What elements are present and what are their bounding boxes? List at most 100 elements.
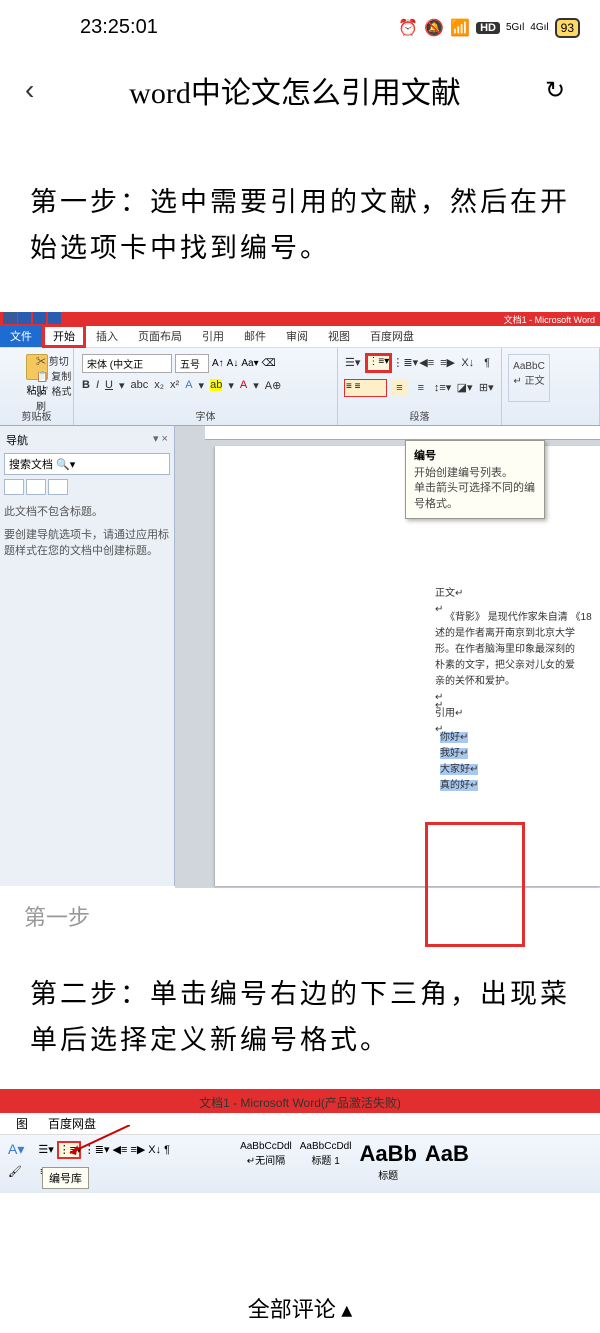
back-button[interactable]: ‹ bbox=[25, 74, 55, 106]
copy-button[interactable]: 📋 复制 bbox=[36, 368, 73, 383]
page-title: word中论文怎么引用文献 bbox=[55, 68, 545, 112]
annotation-arrow-icon bbox=[60, 1125, 130, 1155]
change-case-icon[interactable]: Aa▾ bbox=[241, 358, 258, 369]
increase-indent-icon[interactable]: ≡▶ bbox=[439, 355, 456, 371]
borders-icon[interactable]: ⊞▾ bbox=[478, 380, 495, 396]
status-time: 23:25:01 bbox=[80, 16, 158, 39]
nav-close-button[interactable]: ▾ × bbox=[153, 432, 168, 448]
nav-tab-headings[interactable] bbox=[4, 479, 24, 495]
battery-icon: 93 bbox=[555, 18, 580, 38]
tab-layout[interactable]: 页面布局 bbox=[128, 325, 192, 347]
word2-style-2[interactable]: AaBbCcDdl标题 1 bbox=[300, 1141, 352, 1182]
redo-icon[interactable] bbox=[48, 312, 61, 324]
tab-review[interactable]: 审阅 bbox=[276, 325, 318, 347]
clipboard-group: 粘贴 ✂ 剪切 📋 复制 🖌 格式刷 剪贴板 bbox=[0, 348, 74, 425]
word2-style-3[interactable]: AaBb标题 bbox=[359, 1141, 416, 1182]
font-name-dropdown[interactable]: 宋体 (中文正 bbox=[82, 354, 172, 373]
cite-text-2: 我好↵ bbox=[440, 748, 468, 759]
word2-style-1[interactable]: AaBbCcDdl↵无间隔 bbox=[240, 1141, 292, 1182]
font-size-dropdown[interactable]: 五号 bbox=[175, 354, 209, 373]
show-marks-icon[interactable]: ¶ bbox=[480, 355, 495, 371]
tab-insert[interactable]: 插入 bbox=[86, 325, 128, 347]
styles-group: AaBbC ↵ 正文 bbox=[502, 348, 600, 425]
step1-text: 第一步：选中需要引用的文献，然后在开始选项卡中找到编号。 bbox=[30, 180, 570, 272]
word-title-text: 文档1 - Microsoft Word bbox=[504, 313, 595, 326]
phonetic-icon[interactable]: A⊕ bbox=[265, 379, 282, 392]
italic-button[interactable]: I bbox=[96, 379, 99, 391]
doc-para1: 《背影》 是现代作家朱自清 《18 bbox=[445, 610, 594, 626]
word2-format-painter-icon[interactable]: 🖌 bbox=[8, 1166, 22, 1178]
tab-view[interactable]: 视图 bbox=[318, 325, 360, 347]
step2-content: 第二步：单击编号右边的下三角，出现菜单后选择定义新编号格式。 bbox=[0, 932, 600, 1064]
nav-title: 导航 bbox=[6, 432, 28, 448]
status-icons: ⏰ 🔕 📶 HD 5Gıl 4Gıl 93 bbox=[398, 18, 580, 38]
decrease-indent-icon[interactable]: ◀≡ bbox=[418, 355, 435, 371]
align-right-button[interactable]: ≡ bbox=[412, 380, 429, 396]
word2-increase-indent-icon[interactable]: ≡▶ bbox=[130, 1143, 145, 1156]
subscript-button[interactable]: x₂ bbox=[154, 379, 164, 391]
strike-button[interactable]: abc bbox=[131, 379, 149, 391]
para-label: 段落 bbox=[338, 408, 501, 423]
bullets-button[interactable]: ☰▾ bbox=[344, 355, 361, 371]
word2-titlebar: 文档1 - Microsoft Word(产品激活失败) bbox=[0, 1089, 600, 1113]
doc-para5: 亲的关怀和爱护。 bbox=[435, 674, 594, 690]
nav-message-1: 此文档不包含标题。 bbox=[4, 505, 170, 520]
shading-icon[interactable]: ◪▾ bbox=[456, 380, 474, 396]
share-button[interactable]: ↻ bbox=[545, 76, 575, 105]
numbering-library-label: 编号库 bbox=[42, 1167, 89, 1189]
align-buttons-highlighted[interactable]: ≡ ≡ bbox=[344, 379, 387, 397]
tab-references[interactable]: 引用 bbox=[192, 325, 234, 347]
nav-tab-pages[interactable] bbox=[26, 479, 46, 495]
underline-button[interactable]: U bbox=[105, 379, 113, 391]
content-area: 第一步：选中需要引用的文献，然后在开始选项卡中找到编号。 bbox=[0, 125, 600, 272]
word-screenshot-2: 文档1 - Microsoft Word(产品激活失败) 图 百度网盘 A▾ ☰… bbox=[0, 1089, 600, 1193]
align-center-button[interactable]: ≡ bbox=[391, 380, 408, 396]
font-color-icon[interactable]: A bbox=[240, 379, 247, 391]
word2-sort-icon[interactable]: X↓ bbox=[148, 1144, 161, 1156]
nav-search-input[interactable]: 搜索文档 🔍▾ bbox=[4, 453, 170, 475]
word2-ribbon: A▾ ☰▾ ⋮≡▾ ⋮≣▾ ◀≡ ≡▶ X↓ ¶ 🖌 ≡ 编号库 AaBbCcD… bbox=[0, 1135, 600, 1193]
word-titlebar: 文档1 - Microsoft Word bbox=[0, 312, 600, 326]
step2-text: 第二步：单击编号右边的下三角，出现菜单后选择定义新编号格式。 bbox=[30, 972, 570, 1064]
bold-button[interactable]: B bbox=[82, 379, 90, 391]
tab-file[interactable]: 文件 bbox=[0, 325, 42, 347]
clipboard-side: ✂ 剪切 📋 复制 🖌 格式刷 bbox=[36, 353, 73, 413]
nav-tab-results[interactable] bbox=[48, 479, 68, 495]
app-header: ‹ word中论文怎么引用文献 ↻ bbox=[0, 55, 600, 125]
signal-5g: 5Gıl bbox=[506, 22, 524, 33]
save-icon[interactable] bbox=[18, 312, 31, 324]
tab-home[interactable]: 开始 bbox=[42, 324, 86, 348]
tooltip-line1: 开始创建编号列表。 bbox=[414, 466, 536, 481]
numbering-button[interactable]: ⋮≡▾ bbox=[365, 353, 392, 373]
word2-text-effects-icon[interactable]: A▾ bbox=[8, 1141, 24, 1158]
superscript-button[interactable]: x² bbox=[170, 379, 179, 391]
cite-text-3: 大家好↵ bbox=[440, 764, 478, 775]
style-normal[interactable]: AaBbC ↵ 正文 bbox=[508, 354, 550, 402]
doc-heading-zhengwen: 正文↵ bbox=[435, 586, 594, 602]
word2-bullets-button[interactable]: ☰▾ bbox=[38, 1143, 53, 1156]
word-screenshot-1: 文档1 - Microsoft Word 文件 开始 插入 页面布局 引用 邮件… bbox=[0, 312, 600, 888]
tooltip-title: 编号 bbox=[414, 447, 536, 463]
grow-font-icon[interactable]: A↑ bbox=[212, 358, 224, 369]
multilevel-button[interactable]: ⋮≣▾ bbox=[396, 355, 414, 371]
word-logo-icon bbox=[3, 312, 17, 324]
doc-body: 正文↵ ↵ 《背影》 是现代作家朱自清 《18 述的是作者离开南京到北京大学 形… bbox=[245, 586, 594, 794]
text-effects-icon[interactable]: A bbox=[185, 379, 192, 391]
word2-tab-view[interactable]: 图 bbox=[6, 1115, 38, 1132]
cut-button[interactable]: ✂ 剪切 bbox=[36, 353, 73, 368]
shrink-font-icon[interactable]: A↓ bbox=[227, 358, 239, 369]
clear-format-icon[interactable]: ⌫ bbox=[262, 358, 276, 369]
word2-marks-icon[interactable]: ¶ bbox=[164, 1144, 170, 1156]
signal-4g: 4Gıl bbox=[530, 22, 548, 33]
undo-icon[interactable] bbox=[33, 312, 46, 324]
line-spacing-icon[interactable]: ↕≡▾ bbox=[434, 380, 452, 396]
tab-mailings[interactable]: 邮件 bbox=[234, 325, 276, 347]
tab-baidu[interactable]: 百度网盘 bbox=[360, 325, 424, 347]
quick-access-toolbar bbox=[18, 312, 61, 324]
word2-style-4[interactable]: AaB bbox=[425, 1141, 469, 1182]
sort-icon[interactable]: X↓ bbox=[460, 355, 475, 371]
paragraph-group: ☰▾ ⋮≡▾ ⋮≣▾ ◀≡ ≡▶ X↓ ¶ ≡ ≡ ≡ ≡ ↕≡▾ ◪▾ ⊞▾ … bbox=[338, 348, 502, 425]
comments-bar[interactable]: 全部评论 ▴ bbox=[0, 1283, 600, 1333]
highlight-icon[interactable]: ab bbox=[210, 379, 222, 391]
font-label: 字体 bbox=[74, 408, 337, 423]
